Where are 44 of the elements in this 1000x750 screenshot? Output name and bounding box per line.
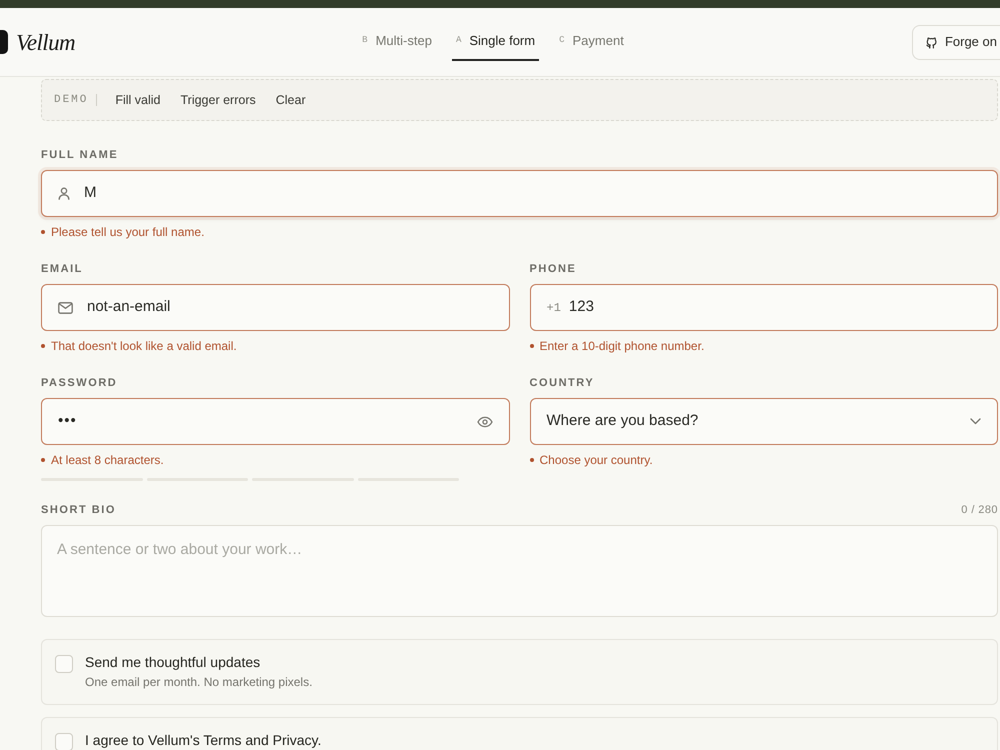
field-label: PHONE [530, 262, 576, 276]
option-title: Send me thoughtful updates [85, 654, 262, 670]
field-label: EMAIL [41, 262, 83, 276]
error-message: Please tell us your full name. [51, 224, 204, 240]
demo-action-button[interactable]: Trigger errors [172, 88, 264, 112]
demo-action-button[interactable]: Clear [268, 88, 314, 112]
option-description: One email per month. No marketing pixels. [85, 675, 312, 689]
demo-action-button[interactable]: Fill valid [107, 88, 168, 112]
phone-prefix: +1 [546, 300, 561, 316]
error-dot-icon [41, 458, 45, 462]
field-label: FULL NAME [41, 148, 118, 162]
error-dot-icon [41, 344, 45, 348]
field-label: COUNTRY [530, 376, 594, 390]
error-message: At least 8 characters. [51, 452, 164, 468]
error-dot-icon [41, 230, 45, 234]
name-field[interactable]: M [41, 170, 998, 217]
error-message: Choose your country. [540, 452, 653, 468]
chevron-down-icon [970, 418, 981, 425]
bio-field[interactable]: A sentence or two about your work… [41, 525, 998, 617]
character-counter: 0 / 280 [961, 503, 998, 517]
nav-tab[interactable]: B Multi-step [358, 23, 436, 61]
country-select[interactable]: Where are you based? [530, 398, 998, 445]
option-title: I agree to Vellum's Terms and Privacy. [85, 732, 322, 748]
field-label: PASSWORD [41, 376, 118, 390]
error-message: That doesn't look like a valid email. [51, 338, 237, 354]
error-dot-icon [530, 344, 534, 348]
logo-text[interactable]: Vellum [16, 30, 75, 54]
demo-label: DEMO [54, 92, 88, 108]
repo-button[interactable]: Forge on [912, 24, 1000, 60]
eye-icon[interactable] [476, 416, 492, 428]
password-field[interactable]: ••• [41, 398, 510, 445]
nav-tab[interactable]: C Payment [555, 23, 628, 61]
error-message: Enter a 10-digit phone number. [540, 338, 704, 354]
error-dot-icon [530, 458, 534, 462]
phone-field[interactable]: +1 123 [530, 284, 998, 331]
logo-mark-icon [0, 30, 8, 54]
cat-head-icon [924, 36, 938, 48]
nav-tab[interactable]: A Single form [452, 23, 540, 61]
envelope-icon [58, 302, 73, 314]
field-label: SHORT BIO [41, 503, 116, 517]
checkbox[interactable] [55, 733, 73, 750]
checkbox[interactable] [55, 655, 73, 673]
email-field[interactable]: not-an-email [41, 284, 510, 331]
person-icon [58, 187, 70, 200]
